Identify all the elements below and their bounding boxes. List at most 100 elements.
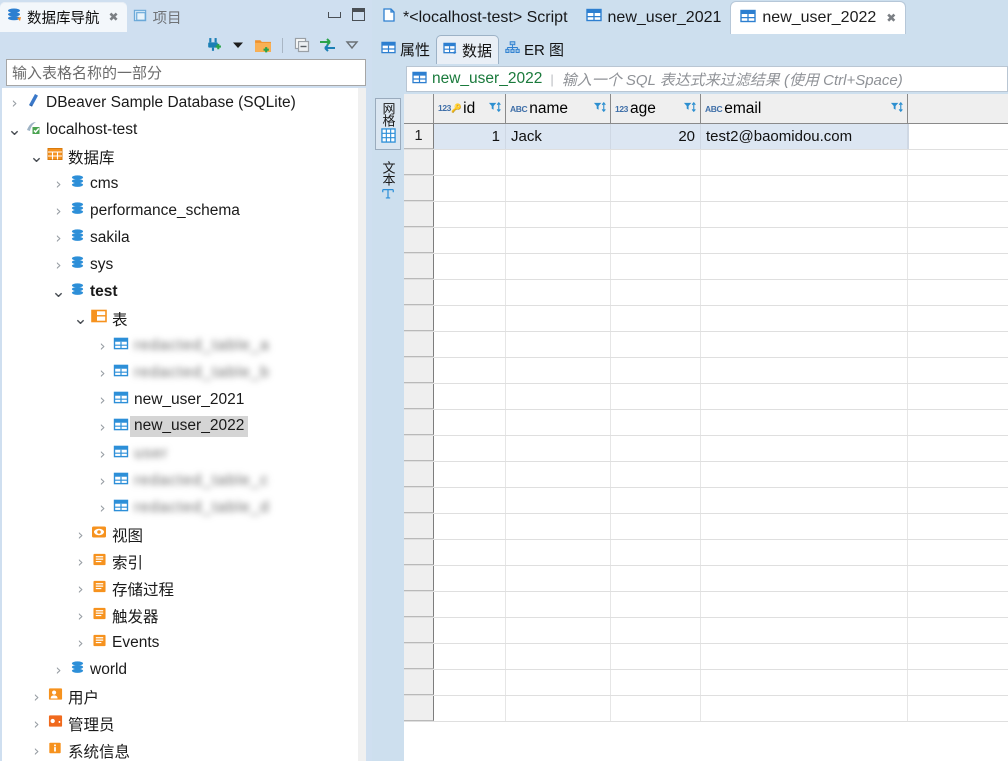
tree-item[interactable]: ⌄ test xyxy=(2,278,366,305)
row-number[interactable]: 1 xyxy=(404,124,434,149)
chevron-right-icon[interactable]: › xyxy=(72,580,89,598)
grid-cell[interactable] xyxy=(434,618,506,643)
tree-item[interactable]: › 用户 xyxy=(2,683,366,710)
grid-cell[interactable] xyxy=(611,358,701,383)
sub-tab-er-diagram[interactable]: ER 图 xyxy=(499,35,570,64)
data-grid[interactable]: 123🔑 id ABC name 123 age ABC email 1 1 Jack 20 test… xyxy=(404,94,1008,761)
row-number[interactable] xyxy=(404,618,434,643)
grid-cell[interactable] xyxy=(611,436,701,461)
grid-cell[interactable] xyxy=(506,462,611,487)
grid-cell[interactable] xyxy=(701,358,908,383)
navigator-scrollbar[interactable] xyxy=(358,88,366,761)
grid-cell[interactable] xyxy=(434,384,506,409)
grid-empty-row[interactable] xyxy=(404,462,1008,488)
row-number[interactable] xyxy=(404,670,434,695)
tree-item[interactable]: › 存储过程 xyxy=(2,575,366,602)
row-number[interactable] xyxy=(404,332,434,357)
grid-cell[interactable] xyxy=(434,592,506,617)
close-icon[interactable]: ✖ xyxy=(109,10,119,24)
grid-cell[interactable] xyxy=(506,670,611,695)
grid-cell[interactable] xyxy=(434,644,506,669)
grid-cell[interactable] xyxy=(434,670,506,695)
row-number[interactable] xyxy=(404,436,434,461)
grid-empty-row[interactable] xyxy=(404,176,1008,202)
grid-cell[interactable] xyxy=(611,644,701,669)
chevron-right-icon[interactable]: › xyxy=(94,337,111,355)
grid-cell[interactable] xyxy=(434,176,506,201)
grid-empty-row[interactable] xyxy=(404,488,1008,514)
grid-cell[interactable] xyxy=(506,644,611,669)
maximize-icon[interactable] xyxy=(352,8,365,21)
tree-item[interactable]: › redacted_table_b xyxy=(2,359,366,386)
chevron-right-icon[interactable]: › xyxy=(50,229,67,247)
grid-cell[interactable] xyxy=(611,280,701,305)
tree-item[interactable]: › Events xyxy=(2,629,366,656)
grid-cell[interactable] xyxy=(506,306,611,331)
column-header[interactable]: 123🔑 id xyxy=(434,94,506,123)
grid-cell[interactable] xyxy=(506,410,611,435)
grid-cell[interactable] xyxy=(701,618,908,643)
tree-item[interactable]: ⌄ 数据库 xyxy=(2,143,366,170)
row-number[interactable] xyxy=(404,462,434,487)
chevron-down-icon[interactable]: ⌄ xyxy=(28,148,45,165)
chevron-right-icon[interactable]: › xyxy=(94,418,111,436)
grid-row[interactable]: 1 1 Jack 20 test2@baomidou.com xyxy=(404,124,1008,150)
tree-item[interactable]: › world xyxy=(2,656,366,683)
chevron-right-icon[interactable]: › xyxy=(94,472,111,490)
grid-cell[interactable] xyxy=(506,514,611,539)
grid-cell[interactable] xyxy=(506,358,611,383)
grid-cell[interactable] xyxy=(701,644,908,669)
grid-empty-row[interactable] xyxy=(404,332,1008,358)
tab-database-navigator[interactable]: 数据库导航 ✖ xyxy=(0,2,127,32)
grid-cell[interactable] xyxy=(701,436,908,461)
grid-cell[interactable] xyxy=(506,150,611,175)
grid-cell[interactable] xyxy=(611,150,701,175)
grid-cell[interactable]: test2@baomidou.com xyxy=(701,124,908,149)
row-number[interactable] xyxy=(404,306,434,331)
chevron-right-icon[interactable]: › xyxy=(50,202,67,220)
grid-cell[interactable] xyxy=(701,384,908,409)
presentation-text-button[interactable]: 文本 xyxy=(375,158,401,207)
grid-cell[interactable]: Jack xyxy=(506,124,611,149)
row-number[interactable] xyxy=(404,384,434,409)
grid-empty-row[interactable] xyxy=(404,696,1008,722)
row-number[interactable] xyxy=(404,488,434,513)
column-header[interactable]: 123 age xyxy=(611,94,701,123)
tree-item[interactable]: › sys xyxy=(2,251,366,278)
editor-tab-new-user-2022[interactable]: new_user_2022 ✖ xyxy=(730,1,907,34)
sql-filter-input[interactable]: new_user_2022 | 输入一个 SQL 表达式来过滤结果 (使用 Ct… xyxy=(406,66,1008,92)
grid-cell[interactable] xyxy=(611,566,701,591)
grid-cell[interactable] xyxy=(506,254,611,279)
grid-cell[interactable] xyxy=(506,228,611,253)
grid-cell[interactable] xyxy=(611,332,701,357)
grid-cell[interactable] xyxy=(434,696,506,721)
chevron-right-icon[interactable]: › xyxy=(28,715,45,733)
column-sort-filter-icon[interactable] xyxy=(890,101,903,117)
chevron-right-icon[interactable]: › xyxy=(72,607,89,625)
sub-tab-properties[interactable]: 属性 xyxy=(375,35,436,64)
new-connection-icon[interactable] xyxy=(204,36,222,54)
grid-cell[interactable] xyxy=(434,436,506,461)
grid-empty-row[interactable] xyxy=(404,410,1008,436)
chevron-right-icon[interactable]: › xyxy=(72,553,89,571)
grid-empty-row[interactable] xyxy=(404,644,1008,670)
grid-cell[interactable] xyxy=(701,254,908,279)
grid-cell[interactable] xyxy=(434,358,506,383)
chevron-right-icon[interactable]: › xyxy=(94,445,111,463)
grid-cell[interactable] xyxy=(506,384,611,409)
chevron-down-icon[interactable]: ⌄ xyxy=(6,121,23,138)
grid-cell[interactable] xyxy=(506,202,611,227)
grid-cell[interactable]: 1 xyxy=(434,124,506,149)
grid-cell[interactable] xyxy=(434,566,506,591)
grid-empty-row[interactable] xyxy=(404,592,1008,618)
tree-item[interactable]: › sakila xyxy=(2,224,366,251)
grid-cell[interactable] xyxy=(701,150,908,175)
row-number[interactable] xyxy=(404,176,434,201)
chevron-right-icon[interactable]: › xyxy=(50,175,67,193)
grid-cell[interactable] xyxy=(701,670,908,695)
chevron-right-icon[interactable]: › xyxy=(50,256,67,274)
grid-cell[interactable] xyxy=(701,176,908,201)
grid-cell[interactable] xyxy=(701,488,908,513)
row-number[interactable] xyxy=(404,566,434,591)
grid-cell[interactable] xyxy=(701,566,908,591)
